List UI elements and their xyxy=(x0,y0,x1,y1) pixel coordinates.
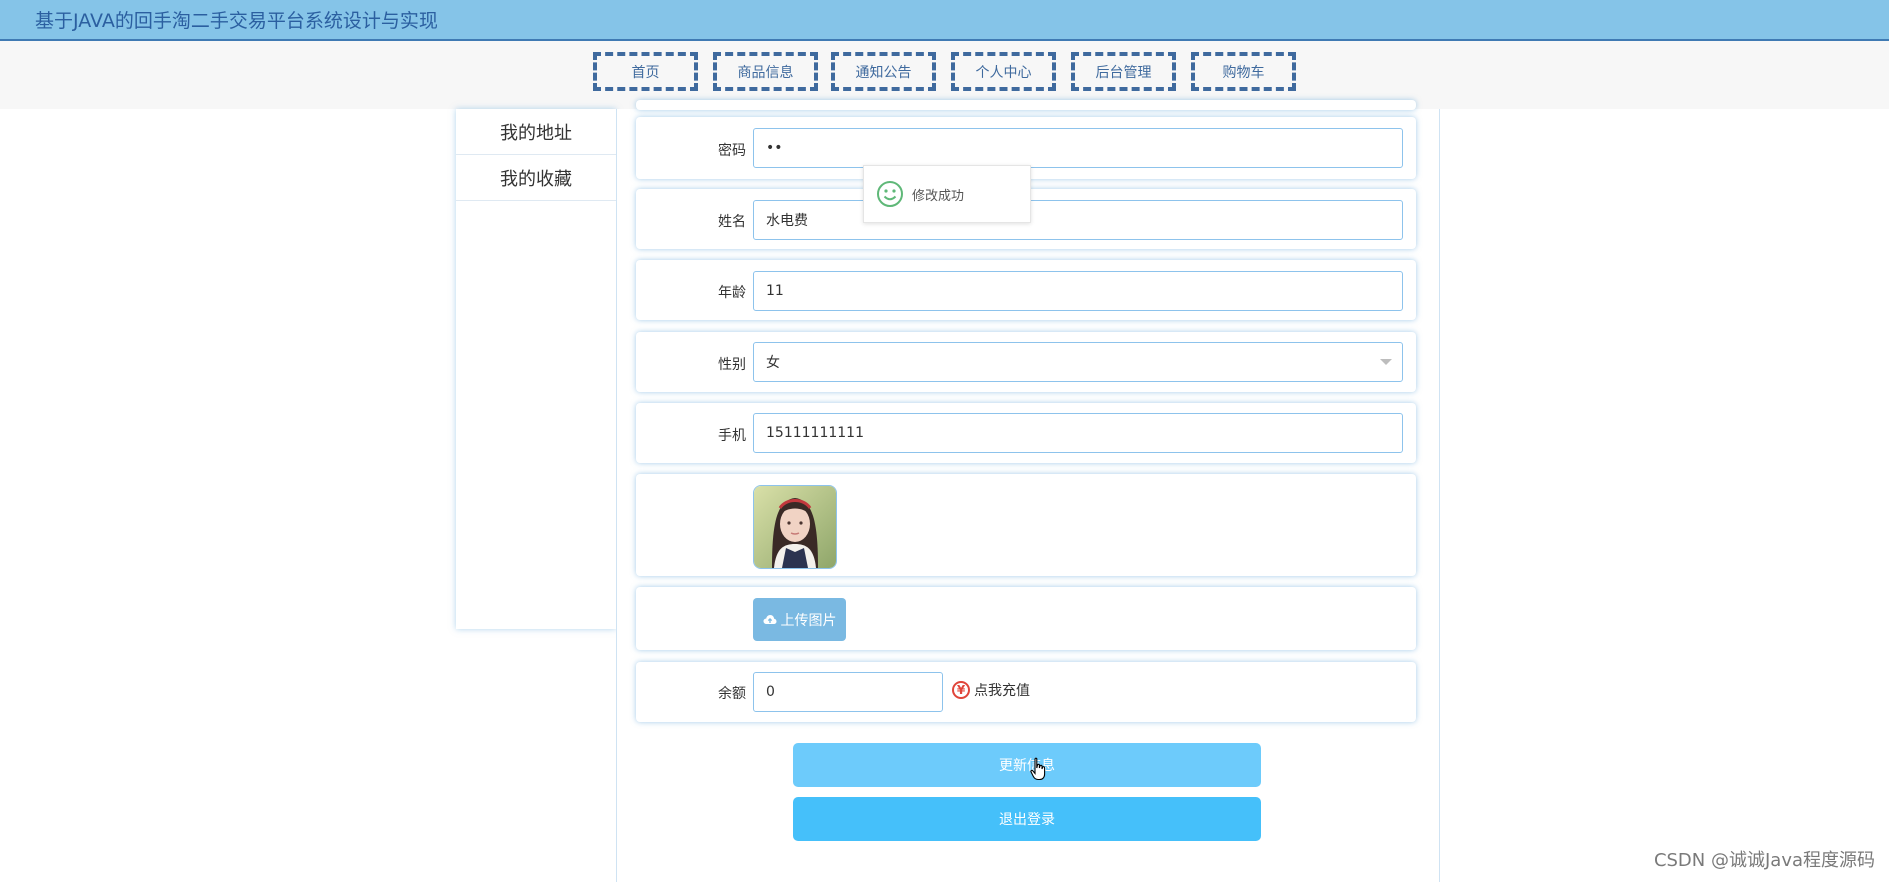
balance-field[interactable]: 0 xyxy=(753,672,943,712)
upload-image-button[interactable]: 上传图片 xyxy=(753,598,846,641)
hand-cursor-icon xyxy=(1030,757,1046,781)
form-row-balance: 余额 0 ¥ 点我充值 xyxy=(636,662,1416,722)
nav-item-notices[interactable]: 通知公告 xyxy=(831,52,936,91)
form-row-upload: 上传图片 xyxy=(636,587,1416,650)
cloud-upload-icon xyxy=(763,614,776,624)
form-row-gender: 性别 女 xyxy=(636,332,1416,392)
update-info-button[interactable]: 更新信息 xyxy=(793,743,1261,787)
gender-select[interactable]: 女 xyxy=(753,342,1403,382)
form-row-avatar xyxy=(636,474,1416,576)
nav-item-cart[interactable]: 购物车 xyxy=(1191,52,1296,91)
avatar xyxy=(753,485,837,569)
success-toast: 修改成功 xyxy=(863,165,1031,223)
form-row-phone: 手机 15111111111 xyxy=(636,403,1416,463)
sidebar-item-address[interactable]: 我的地址 xyxy=(456,109,616,155)
recharge-link[interactable]: ¥ 点我充值 xyxy=(952,680,1030,700)
top-header: 基于JAVA的回手淘二手交易平台系统设计与实现 xyxy=(0,0,1889,41)
sidebar: 我的地址 我的收藏 xyxy=(456,109,616,629)
phone-field[interactable]: 15111111111 xyxy=(753,413,1403,453)
password-label: 密码 xyxy=(718,143,746,159)
gender-label: 性别 xyxy=(718,357,746,373)
yen-icon: ¥ xyxy=(952,681,970,699)
password-field[interactable]: •• xyxy=(753,128,1403,168)
name-label: 姓名 xyxy=(718,214,746,230)
form-row-hidden xyxy=(636,100,1416,110)
main-nav: 首页 商品信息 通知公告 个人中心 后台管理 购物车 xyxy=(0,41,1889,109)
watermark: CSDN @诚诚Java程度源码 xyxy=(1653,850,1875,871)
nav-item-admin[interactable]: 后台管理 xyxy=(1071,52,1176,91)
nav-item-products[interactable]: 商品信息 xyxy=(713,52,818,91)
toast-message: 修改成功 xyxy=(912,188,965,204)
phone-label: 手机 xyxy=(718,428,746,444)
nav-item-personal-center[interactable]: 个人中心 xyxy=(951,52,1056,91)
smile-icon xyxy=(877,181,903,207)
recharge-label: 点我充值 xyxy=(974,683,1030,699)
upload-image-label: 上传图片 xyxy=(780,612,837,629)
form-row-age: 年龄 11 xyxy=(636,260,1416,320)
nav-item-home[interactable]: 首页 xyxy=(593,52,698,91)
gender-select-value: 女 xyxy=(766,355,780,371)
chevron-down-icon xyxy=(1380,359,1392,365)
age-field[interactable]: 11 xyxy=(753,271,1403,311)
logout-button[interactable]: 退出登录 xyxy=(793,797,1261,841)
sidebar-item-favorites[interactable]: 我的收藏 xyxy=(456,155,616,201)
balance-label: 余额 xyxy=(718,686,746,702)
name-field[interactable]: 水电费 xyxy=(753,200,1403,240)
site-title: 基于JAVA的回手淘二手交易平台系统设计与实现 xyxy=(35,10,438,32)
age-label: 年龄 xyxy=(718,285,746,301)
